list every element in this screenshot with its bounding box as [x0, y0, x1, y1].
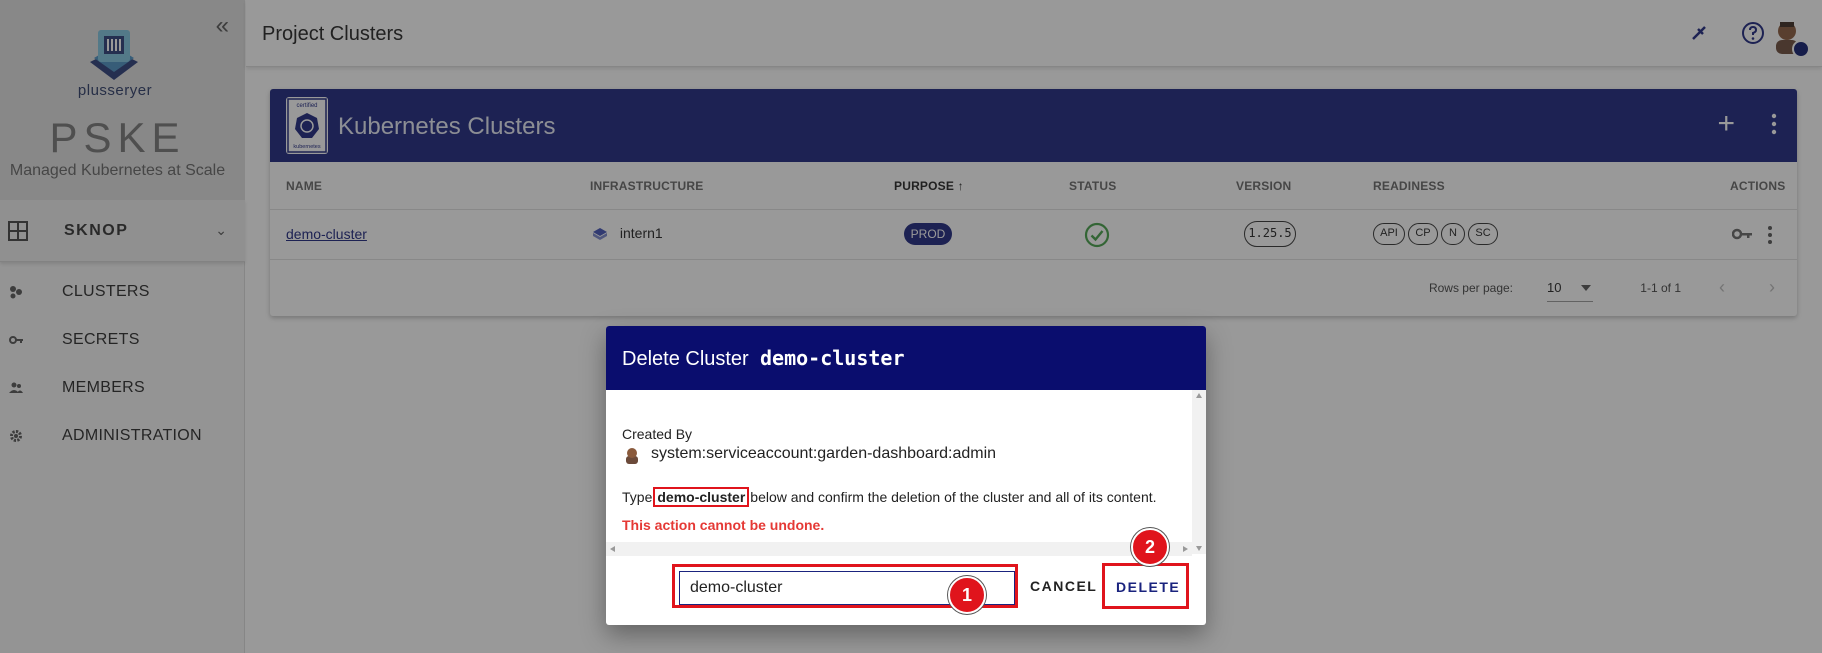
created-by-value: system:serviceaccount:garden-dashboard:a… — [651, 445, 997, 462]
horizontal-scrollbar[interactable] — [606, 542, 1192, 556]
dialog-header: Delete Cluster demo-cluster — [606, 326, 1206, 390]
dialog-title: Delete Cluster — [622, 348, 749, 370]
creator-avatar-icon — [626, 448, 638, 464]
dialog-cluster-name: demo-cluster — [760, 346, 905, 370]
confirm-instruction: Type demo-cluster below and confirm the de… — [622, 487, 1157, 507]
instruction-prefix: Type — [622, 489, 653, 505]
delete-button[interactable]: DELETE — [1116, 579, 1180, 595]
vertical-scrollbar[interactable] — [1192, 390, 1206, 554]
step-marker-1: 1 — [948, 576, 986, 614]
irreversible-warning: This action cannot be undone. — [622, 517, 825, 533]
dialog-actions: CANCEL DELETE — [606, 556, 1206, 625]
cancel-button[interactable]: CANCEL — [1030, 578, 1097, 594]
step-marker-2: 2 — [1131, 528, 1169, 566]
instruction-cluster-name: demo-cluster — [653, 487, 750, 507]
instruction-suffix: below and confirm the deletion of the cl… — [750, 489, 1157, 505]
dialog-body: Created By system:serviceaccount:garden-… — [606, 390, 1206, 556]
delete-cluster-dialog: Delete Cluster demo-cluster Created By s… — [606, 326, 1206, 625]
created-by-label: Created By — [622, 426, 693, 442]
delete-button-highlight: DELETE — [1102, 563, 1189, 609]
